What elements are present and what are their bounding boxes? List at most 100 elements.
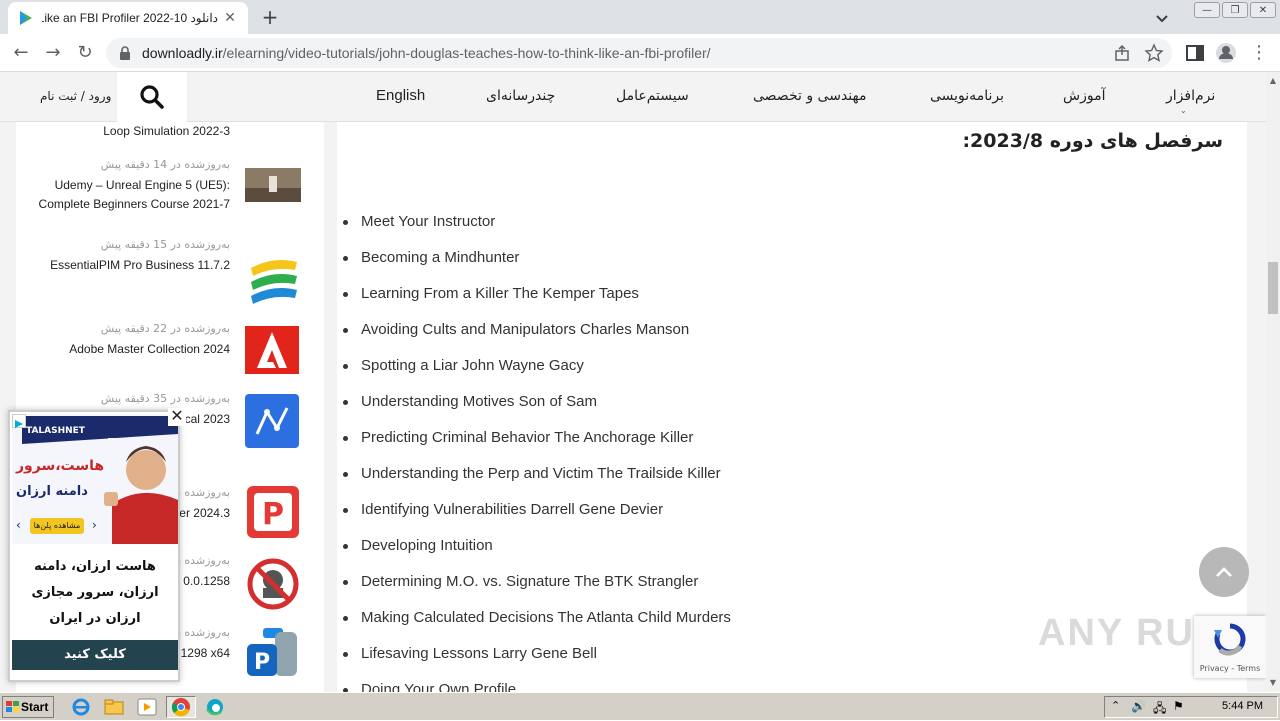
- svg-text:P: P: [262, 497, 284, 532]
- list-item: Avoiding Cults and Manipulators Charles …: [343, 318, 731, 354]
- scroll-down-icon[interactable]: ▼: [1268, 678, 1278, 688]
- post-title[interactable]: Adobe Master Collection 2024: [30, 340, 230, 359]
- edge-icon[interactable]: [204, 697, 226, 717]
- adobe-logo-icon[interactable]: [245, 326, 299, 374]
- browser-toolbar: ← → ↻ downloadly.ir/elearning/video-tuto…: [0, 34, 1280, 72]
- side-panel-icon[interactable]: [1184, 42, 1206, 64]
- profile-avatar-icon[interactable]: [1215, 42, 1237, 64]
- nav-multimedia[interactable]: چندرسانه‌ای: [486, 88, 555, 104]
- tab-search-icon[interactable]: [1152, 8, 1172, 28]
- list-item: Meet Your Instructor: [343, 210, 731, 246]
- tray-expand-icon[interactable]: ⌃: [1111, 699, 1120, 712]
- list-item: Becoming a Mindhunter: [343, 246, 731, 282]
- post-title[interactable]: Udemy – Unreal Engine 5 (UE5): Complete …: [30, 176, 230, 214]
- list-item: Making Calculated Decisions The Atlanta …: [343, 606, 731, 642]
- start-label: Start: [21, 700, 49, 714]
- essentialpim-icon[interactable]: [245, 254, 301, 310]
- search-button[interactable]: [117, 72, 187, 122]
- ad-brand: TALASHNET: [26, 426, 85, 436]
- search-icon: [140, 85, 164, 109]
- minimize-icon[interactable]: —: [1194, 2, 1220, 18]
- chevron-up-icon: [1216, 567, 1232, 577]
- chevron-down-icon: ⌄: [1180, 106, 1187, 115]
- reload-icon[interactable]: ↻: [74, 42, 96, 64]
- browser-tab[interactable]: دانلود John Douglas Teaches How to Think…: [8, 2, 248, 34]
- back-to-top-button[interactable]: [1199, 547, 1249, 597]
- clock[interactable]: 5:44 PM: [1222, 700, 1263, 712]
- forward-icon[interactable]: →: [42, 42, 64, 64]
- start-button[interactable]: Start: [2, 696, 54, 718]
- ad-info-icon[interactable]: [12, 414, 26, 428]
- section-title: سرفصل های دوره 2023/8:: [962, 130, 1223, 152]
- ad-subheadline: دامنه ارزان: [16, 484, 88, 499]
- window-controls: — ❐ ✕: [1192, 2, 1276, 18]
- security-flag-icon[interactable]: ⚑: [1173, 699, 1184, 713]
- site-navigation: نرم‌افزار ⌄ آموزش برنامه‌نویسی مهندسی و …: [0, 72, 1266, 122]
- lesson-list: Meet Your Instructor Becoming a Mindhunt…: [343, 210, 731, 692]
- tab-close-icon[interactable]: ✕: [222, 10, 238, 26]
- restore-icon[interactable]: ❐: [1222, 2, 1248, 18]
- ad-plans-button[interactable]: مشاهده پلن‌ها: [30, 518, 84, 534]
- page-scrollbar[interactable]: ▲ ▼: [1266, 72, 1280, 692]
- tab-title: دانلود John Douglas Teaches How to Think…: [42, 11, 218, 25]
- post-title[interactable]: Loop Simulation 2022-3: [30, 122, 230, 141]
- ad-click-button[interactable]: کلیک کنید: [12, 640, 178, 670]
- nav-programming[interactable]: برنامه‌نویسی: [930, 88, 1004, 104]
- close-window-icon[interactable]: ✕: [1250, 2, 1276, 18]
- nav-education[interactable]: آموزش: [1063, 88, 1105, 104]
- nav-os[interactable]: سیستم‌عامل: [616, 88, 689, 104]
- share-icon[interactable]: [1112, 43, 1132, 63]
- volume-icon[interactable]: 🔊: [1131, 699, 1146, 713]
- bookmark-star-icon[interactable]: [1144, 43, 1164, 63]
- scroll-thumb[interactable]: [1268, 262, 1278, 314]
- scroll-up-icon[interactable]: ▲: [1268, 76, 1278, 86]
- ie-icon[interactable]: [70, 697, 92, 717]
- ad-description: هاست ارزان، دامنه ارزان، سرور مجازی ارزا…: [31, 559, 159, 626]
- windows-taskbar: Start ⌃ 🔊 🖧 ⚑ 5:44 PM: [0, 692, 1280, 720]
- lock-icon: [120, 46, 130, 60]
- list-item: Understanding Motives Son of Sam: [343, 390, 731, 426]
- list-item: Developing Intuition: [343, 534, 731, 570]
- anti-spy-icon[interactable]: [247, 558, 299, 610]
- svg-text:P: P: [254, 650, 270, 675]
- post-title[interactable]: EssentialPIM Pro Business 11.7.2: [30, 256, 230, 275]
- downloadly-favicon-icon: [20, 11, 32, 25]
- nav-software[interactable]: نرم‌افزار: [1166, 88, 1215, 104]
- tab-strip: دانلود John Douglas Teaches How to Think…: [0, 0, 1280, 34]
- login-register-link[interactable]: ورود / ثبت نام: [40, 89, 111, 103]
- back-icon[interactable]: ←: [10, 42, 32, 64]
- address-bar[interactable]: downloadly.ir/elearning/video-tutorials/…: [106, 38, 1172, 68]
- folder-icon[interactable]: [103, 697, 125, 717]
- chrome-icon: [171, 698, 190, 717]
- unreal-thumbnail-icon[interactable]: [245, 168, 301, 202]
- ad-prev-icon[interactable]: ‹: [16, 518, 21, 532]
- recaptcha-links[interactable]: Privacy - Terms: [1194, 664, 1266, 673]
- menu-kebab-icon[interactable]: ⋮: [1248, 42, 1270, 64]
- list-item: Doing Your Own Profile: [343, 678, 731, 692]
- zwcad-logo-icon[interactable]: [245, 394, 299, 448]
- new-tab-button[interactable]: +: [258, 6, 282, 30]
- ad-close-icon[interactable]: ✕: [168, 408, 186, 426]
- recaptcha-badge[interactable]: Privacy - Terms: [1194, 616, 1266, 678]
- post-meta: به‌روزشده در 15 دقیقه پیش: [100, 238, 230, 251]
- ad-next-icon[interactable]: ›: [92, 518, 97, 532]
- nav-engineering[interactable]: مهندسی و تخصصی: [753, 88, 866, 104]
- list-item: Understanding the Perp and Victim The Tr…: [343, 462, 731, 498]
- media-player-icon[interactable]: [136, 697, 158, 717]
- system-tray: ⌃ 🔊 🖧 ⚑ 5:44 PM: [1104, 696, 1278, 718]
- parking-app-icon[interactable]: P: [247, 486, 299, 538]
- nav-english[interactable]: English: [376, 87, 425, 104]
- post-meta: به‌روزشده در 22 دقیقه پیش: [100, 322, 230, 335]
- p-app-icon[interactable]: P: [245, 626, 301, 682]
- url-text: downloadly.ir/elearning/video-tutorials/…: [142, 45, 711, 61]
- list-item: Determining M.O. vs. Signature The BTK S…: [343, 570, 731, 606]
- ad-banner[interactable]: TALASHNET هاست،سرور دامنه ارزان مشاهده پ…: [12, 414, 178, 544]
- list-item: Lifesaving Lessons Larry Gene Bell: [343, 642, 731, 678]
- post-meta: به‌روزشده در 35 دقیقه پیش: [100, 392, 230, 405]
- taskbar-chrome-active[interactable]: [166, 696, 196, 718]
- list-item: Identifying Vulnerabilities Darrell Gene…: [343, 498, 731, 534]
- network-icon[interactable]: 🖧: [1153, 699, 1166, 720]
- ad-headline: هاست،سرور: [16, 458, 105, 474]
- ad-popup[interactable]: TALASHNET هاست،سرور دامنه ارزان مشاهده پ…: [8, 410, 180, 682]
- main-content: سرفصل های دوره 2023/8: Meet Your Instruc…: [337, 122, 1247, 692]
